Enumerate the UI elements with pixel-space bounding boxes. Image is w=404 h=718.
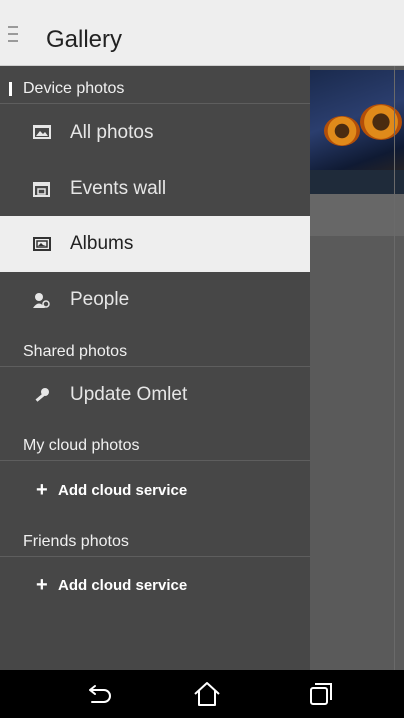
nav-item-update-omlet[interactable]: Update Omlet (0, 367, 310, 423)
nav-item-label: Albums (70, 233, 134, 254)
add-cloud-service-button[interactable]: + Add cloud service (0, 561, 310, 609)
section-header-friends-photos: Friends photos (0, 527, 310, 557)
navigation-drawer: Device photos All photos Events wall Alb… (0, 66, 310, 670)
section-header-label: Device photos (23, 80, 125, 97)
add-cloud-service-button[interactable]: + Add cloud service (0, 466, 310, 514)
people-icon (33, 293, 50, 308)
thumbnail-caption-area (310, 194, 404, 236)
plus-icon: + (36, 479, 48, 501)
add-cloud-service-label: Add cloud service (58, 576, 188, 594)
home-icon[interactable] (191, 678, 223, 710)
add-cloud-service-label: Add cloud service (58, 481, 188, 499)
section-header-shared-photos: Shared photos (0, 337, 310, 367)
section-header-label: Shared photos (23, 343, 128, 360)
recent-apps-icon[interactable] (305, 678, 337, 710)
album-icon (33, 237, 51, 251)
divider (394, 66, 395, 670)
section-header-my-cloud-photos: My cloud photos (0, 431, 310, 461)
back-icon[interactable] (84, 678, 116, 710)
app-title: Gallery (46, 26, 123, 53)
menu-icon[interactable] (8, 26, 18, 44)
nav-item-people[interactable]: People (0, 272, 310, 328)
active-section-marker (9, 82, 12, 96)
nav-item-label: People (70, 289, 130, 310)
key-icon (35, 388, 49, 402)
system-nav-bar (0, 670, 404, 718)
photo-icon (33, 125, 51, 139)
app-bar: Gallery (0, 0, 404, 66)
nav-item-label: Update Omlet (70, 384, 188, 405)
nav-item-label: Events wall (70, 178, 167, 199)
section-header-label: My cloud photos (23, 437, 140, 454)
nav-item-albums[interactable]: Albums (0, 216, 310, 272)
nav-item-events-wall[interactable]: Events wall (0, 161, 310, 217)
plus-icon: + (36, 574, 48, 596)
nav-item-label: All photos (70, 122, 154, 143)
nav-item-all-photos[interactable]: All photos (0, 105, 310, 161)
section-header-label: Friends photos (23, 533, 129, 550)
events-calendar-icon (33, 182, 50, 197)
section-header-device-photos: Device photos (0, 74, 310, 104)
photo-thumbnail[interactable] (310, 70, 404, 194)
